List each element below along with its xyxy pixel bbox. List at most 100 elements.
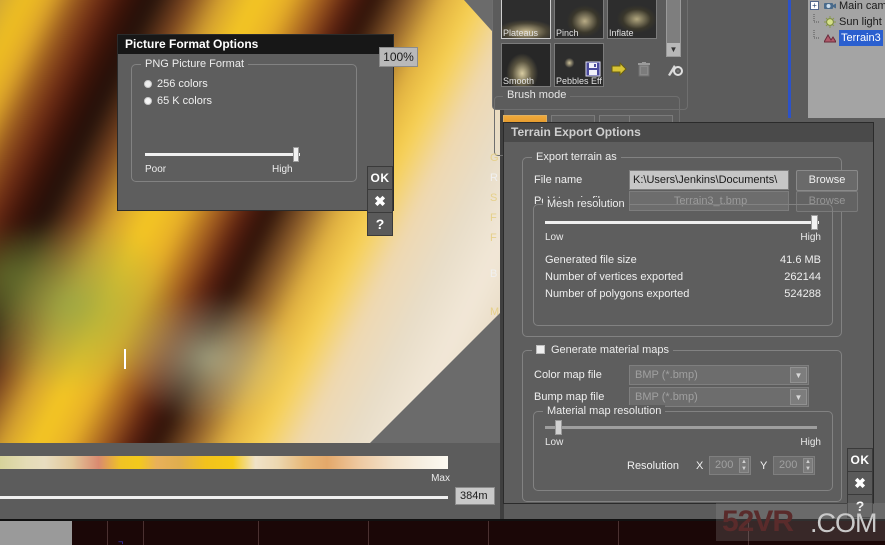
brush-tile-smooth[interactable]: Smooth xyxy=(501,43,551,87)
picture-format-options-dialog: Picture Format Options PNG Picture Forma… xyxy=(117,34,418,236)
color-map-file-select[interactable]: BMP (*.bmp) ▼ xyxy=(629,365,809,385)
stat-label: Number of vertices exported xyxy=(545,271,684,283)
brush-tile-plateaus[interactable]: Plateaus xyxy=(501,0,551,39)
quality-high-label: High xyxy=(272,164,293,175)
altitude-color-gradient xyxy=(0,456,448,469)
altitude-max-label: Max xyxy=(431,473,450,484)
stat-value: 41.6 MB xyxy=(780,254,821,266)
quality-value-field[interactable]: 100% xyxy=(379,47,418,67)
ok-button[interactable]: OK xyxy=(847,448,873,472)
apply-arrow-icon[interactable] xyxy=(611,61,629,79)
chevron-down-icon[interactable]: ▼ xyxy=(667,43,680,56)
sun-light-icon xyxy=(824,16,836,28)
color-map-file-label: Color map file xyxy=(534,369,602,381)
chevron-down-icon[interactable]: ▼ xyxy=(790,367,807,383)
filmstrip-cell[interactable] xyxy=(369,521,489,545)
generate-material-maps-checkbox[interactable]: Generate material maps xyxy=(532,344,673,356)
watermark: 52VR .COM xyxy=(716,503,885,541)
cancel-button[interactable]: ✖ xyxy=(367,189,393,213)
mesh-low-label: Low xyxy=(545,232,564,243)
quality-slider-track[interactable] xyxy=(145,153,300,156)
filmstrip-cell[interactable] xyxy=(108,521,144,545)
bump-map-file-value: BMP (*.bmp) xyxy=(635,391,698,403)
bump-map-file-select[interactable]: BMP (*.bmp) ▼ xyxy=(629,387,809,407)
resolution-y-value: 200 xyxy=(779,459,798,471)
brush-tile-label: Pinch xyxy=(556,28,579,38)
brush-tile-label: Plateaus xyxy=(503,28,539,38)
brush-cursor xyxy=(124,349,126,369)
file-name-input[interactable]: K:\Users\Jenkins\Documents\ xyxy=(629,170,789,190)
altitude-slider-track[interactable] xyxy=(0,496,448,545)
delete-trash-icon[interactable] xyxy=(637,61,655,79)
checkbox-label: Generate material maps xyxy=(551,344,669,356)
save-icon[interactable] xyxy=(585,61,603,79)
quality-low-label: Poor xyxy=(145,164,167,175)
filmstrip-cell[interactable] xyxy=(144,521,259,545)
dialog-title: Terrain Export Options xyxy=(504,123,873,142)
spinner-up-down-icon[interactable]: ▲ ▼ xyxy=(739,458,749,473)
stat-vertices-exported: Number of vertices exported 262144 xyxy=(545,271,821,283)
group-legend: Export terrain as xyxy=(532,151,621,163)
material-high-label: High xyxy=(800,437,821,448)
outliner-label: Sun light xyxy=(839,16,882,28)
group-legend: Material map resolution xyxy=(543,405,666,417)
expand-plus-icon[interactable]: + xyxy=(810,1,819,10)
group-legend: Mesh resolution xyxy=(543,198,629,210)
resolution-x-stepper[interactable]: 200 ▲ ▼ xyxy=(709,456,751,475)
brush-action-icons xyxy=(585,61,685,83)
outliner-blue-rail xyxy=(788,0,791,118)
generate-material-maps-group: Generate material maps Color map file BM… xyxy=(522,344,842,502)
export-terrain-as-group: Export terrain as File name K:\Users\Jen… xyxy=(522,151,858,337)
dialog-title: Picture Format Options xyxy=(118,35,393,54)
help-button[interactable]: ? xyxy=(367,212,393,236)
color-map-file-value: BMP (*.bmp) xyxy=(635,369,698,381)
scene-outliner[interactable]: + Main cam Sun light Terrain3 xyxy=(808,0,885,118)
radio-label: 256 colors xyxy=(157,78,208,90)
cancel-button[interactable]: ✖ xyxy=(847,471,873,495)
brush-tile-label: Smooth xyxy=(503,76,535,86)
hidden-label: G xyxy=(490,152,499,164)
hidden-label: S xyxy=(490,192,498,204)
filmstrip-cell[interactable] xyxy=(489,521,619,545)
brush-mode-legend: Brush mode xyxy=(503,89,571,101)
resolution-y-stepper[interactable]: 200 ▲ ▼ xyxy=(773,456,815,475)
group-legend: PNG Picture Format xyxy=(141,58,249,70)
dialog-side-buttons: OK ✖ ? xyxy=(367,166,393,236)
brush-palette-scrollbar[interactable]: ▼ xyxy=(666,0,681,57)
altitude-value-field[interactable]: 384m xyxy=(455,487,495,505)
brush-tile-pinch[interactable]: Pinch xyxy=(554,0,604,39)
outliner-row-terrain3[interactable]: Terrain3 xyxy=(808,30,885,46)
radio-dot-icon xyxy=(144,80,152,88)
outliner-row-sun-light[interactable]: Sun light xyxy=(808,14,885,30)
mesh-resolution-slider-thumb[interactable] xyxy=(811,215,818,230)
radio-dot-icon xyxy=(144,97,152,105)
stat-polygons-exported: Number of polygons exported 524288 xyxy=(545,288,821,300)
brush-tile-inflate[interactable]: Inflate xyxy=(607,0,657,39)
brush-tile-label: Inflate xyxy=(609,28,634,38)
altitude-panel: Max 384m xyxy=(0,443,500,545)
radio-label: 65 K colors xyxy=(157,95,213,107)
ok-button[interactable]: OK xyxy=(367,166,393,190)
hidden-left-panel: G R S F F B M xyxy=(488,120,504,320)
checkbox-icon[interactable] xyxy=(536,345,545,354)
radio-65k-colors[interactable]: 65 K colors xyxy=(144,95,212,107)
mesh-resolution-slider-track[interactable] xyxy=(545,221,819,224)
spinner-up-down-icon[interactable]: ▲ ▼ xyxy=(803,458,813,473)
resolution-x-label: X xyxy=(696,460,704,472)
file-name-browse-button[interactable]: Browse xyxy=(796,170,858,191)
filmstrip-thumbnail[interactable] xyxy=(0,521,72,545)
mesh-resolution-group: Mesh resolution Low High Generated file … xyxy=(533,198,833,326)
brush-settings-icon[interactable] xyxy=(665,61,683,79)
hidden-label: B xyxy=(490,268,498,280)
outliner-row-main-camera[interactable]: + Main cam xyxy=(808,0,885,14)
filmstrip-cell[interactable] xyxy=(72,521,108,545)
watermark-brand: 52VR xyxy=(722,505,794,538)
radio-256-colors[interactable]: 256 colors xyxy=(144,78,208,90)
quality-slider-thumb[interactable] xyxy=(293,147,299,162)
chevron-down-icon[interactable]: ▼ xyxy=(790,389,807,405)
bump-map-file-label: Bump map file xyxy=(534,391,605,403)
filmstrip-cell[interactable] xyxy=(259,521,369,545)
hidden-label: M xyxy=(490,306,500,318)
material-resolution-slider-thumb[interactable] xyxy=(555,420,562,435)
material-resolution-slider-track[interactable] xyxy=(545,426,817,429)
